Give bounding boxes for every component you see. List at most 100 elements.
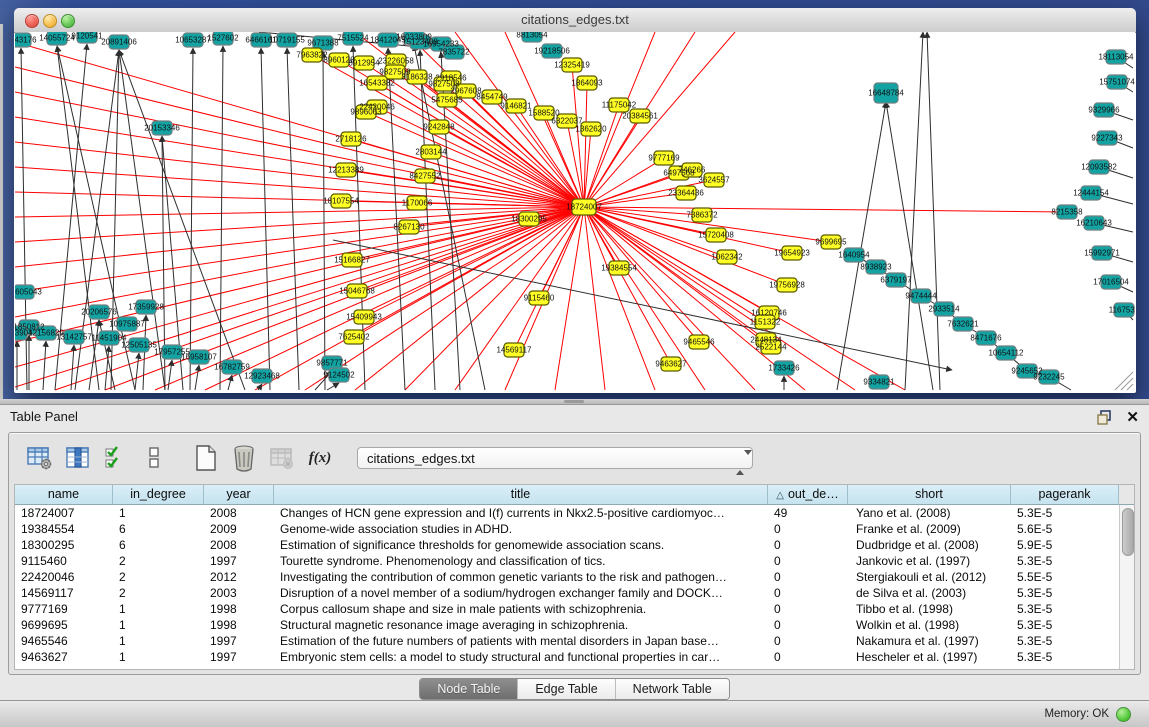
network-window-titlebar[interactable]: citations_edges.txt <box>14 8 1136 33</box>
table-toolbar: f(x) citations_edges.txt <box>9 433 1140 483</box>
cell-in_degree: 1 <box>113 505 204 521</box>
network-canvas[interactable]: 2043176912054114055724208914061065328715… <box>15 32 1135 392</box>
table-row[interactable]: 977716911998Corpus callosum shape and si… <box>15 601 1119 617</box>
graph-node-label: 11175042 <box>602 101 637 110</box>
citation-edge <box>555 207 584 390</box>
column-header-out_degree[interactable]: △out_de… <box>768 485 848 505</box>
cell-short: Hescheler et al. (1997) <box>848 649 1011 665</box>
graph-node-label: 9227343 <box>1091 134 1123 143</box>
new-column-icon[interactable] <box>191 442 221 474</box>
edge <box>105 346 109 390</box>
cell-pagerank: 5.9E-5 <box>1011 537 1119 553</box>
column-header-title[interactable]: title <box>274 485 768 505</box>
node-table: namein_degreeyeartitle△out_de…shortpager… <box>14 484 1135 670</box>
table-row[interactable]: 1938455462009Genome-wide association stu… <box>15 521 1119 537</box>
citation-edge <box>15 207 584 317</box>
sort-ascending-icon: △ <box>776 490 784 501</box>
table-row[interactable]: 1456911722003Disruption of a novel membe… <box>15 585 1119 601</box>
graph-node-label: 12923468 <box>244 372 280 381</box>
citation-edge <box>354 207 584 337</box>
graph-node-label: 15992971 <box>1084 249 1120 258</box>
cell-short: Nakamura et al. (1997) <box>848 633 1011 649</box>
graph-node-label: 15409943 <box>346 313 382 322</box>
citation-edge <box>15 207 584 387</box>
column-header-name[interactable]: name <box>15 485 113 505</box>
table-row[interactable]: 1830029562008Estimation of significance … <box>15 537 1119 553</box>
delete-column-icon[interactable] <box>229 442 259 474</box>
graph-node-label: 9699695 <box>815 238 847 247</box>
graph-node-label: 9146821 <box>500 102 532 111</box>
network-view-window[interactable]: citations_edges.txt 20431769120541140557… <box>14 8 1136 393</box>
graph-node-label: 9329966 <box>1088 106 1120 115</box>
graph-node-label: 7835722 <box>438 48 470 57</box>
float-panel-icon[interactable] <box>1096 409 1112 425</box>
cell-in_degree: 6 <box>113 537 204 553</box>
graph-node-label: 20605043 <box>15 288 42 297</box>
graph-node-label: 15751074 <box>1099 78 1135 87</box>
citation-edge <box>584 207 1067 212</box>
tab-node-table[interactable]: Node Table <box>420 679 517 699</box>
memory-status-led-icon[interactable] <box>1116 707 1131 722</box>
close-panel-icon[interactable]: ✕ <box>1126 410 1139 425</box>
table-row[interactable]: 1872400712008Changes of HCN gene express… <box>15 505 1119 521</box>
unselect-all-columns-icon[interactable] <box>139 442 169 474</box>
graph-node-label: 1362620 <box>575 125 607 134</box>
graph-node-label: 10975887 <box>109 320 145 329</box>
graph-node-label: 8938923 <box>860 263 892 272</box>
graph-node-label: 2718126 <box>335 135 367 144</box>
show-columns-icon[interactable] <box>63 442 93 474</box>
cell-pagerank: 5.3E-5 <box>1011 553 1119 569</box>
canvas-resize-grip[interactable] <box>1115 372 1133 390</box>
select-all-columns-icon[interactable] <box>101 442 131 474</box>
table-select-dropdown[interactable]: citations_edges.txt <box>357 447 753 469</box>
graph-node-label: 12444154 <box>1073 189 1109 198</box>
table-row[interactable]: 911546021997Tourette syndrome. Phenomeno… <box>15 553 1119 569</box>
graph-node-label: 8454749 <box>476 93 508 102</box>
table-row[interactable]: 946554611997Estimation of the future num… <box>15 633 1119 649</box>
table-row[interactable]: 946362711997Embryonic stem cells: a mode… <box>15 649 1119 665</box>
function-builder-icon[interactable]: f(x) <box>305 442 335 474</box>
table-vertical-scrollbar[interactable] <box>1119 505 1134 669</box>
graph-node-label: 18107554 <box>323 197 359 206</box>
graph-node-label: 2522144 <box>755 343 787 352</box>
graph-node-label: 2803144 <box>415 148 447 157</box>
graph-node-label: 1640954 <box>838 251 870 260</box>
cell-title: Embryonic stem cells: a model to study s… <box>274 649 768 665</box>
edge <box>135 353 139 390</box>
cell-name: 9115460 <box>15 553 113 569</box>
graph-node-label: 20206576 <box>81 308 117 317</box>
citation-edge <box>15 92 584 207</box>
graph-node-label: 1527602 <box>207 34 239 43</box>
column-header-in_degree[interactable]: in_degree <box>113 485 204 505</box>
graph-node-label: 12213389 <box>328 166 364 175</box>
column-header-year[interactable]: year <box>204 485 274 505</box>
citation-edge <box>15 167 584 207</box>
cell-in_degree: 2 <box>113 569 204 585</box>
graph-node-label: 20384561 <box>622 112 658 121</box>
status-bar: Memory: OK <box>0 700 1149 727</box>
tab-edge-table[interactable]: Edge Table <box>517 679 614 699</box>
table-row[interactable]: 969969511998Structural magnetic resonanc… <box>15 617 1119 633</box>
graph-node-label: 7625402 <box>338 333 370 342</box>
graph-node-label: 1062342 <box>711 253 743 262</box>
tab-network-table[interactable]: Network Table <box>615 679 729 699</box>
table-mode-icon[interactable] <box>25 442 55 474</box>
cell-name: 9465546 <box>15 633 113 649</box>
network-window-title: citations_edges.txt <box>14 8 1136 32</box>
graph-node-label: 7515524 <box>337 34 369 43</box>
column-header-short[interactable]: short <box>848 485 1011 505</box>
network-graph: 2043176912054114055724208914061065328715… <box>15 32 1135 392</box>
edge <box>323 51 325 390</box>
citation-edge <box>15 67 584 207</box>
cell-in_degree: 1 <box>113 601 204 617</box>
cell-title: Changes of HCN gene expression and I(f) … <box>274 505 768 521</box>
column-header-pagerank[interactable]: pagerank <box>1011 485 1119 505</box>
citation-edge <box>366 112 584 207</box>
graph-node-label: 8267130 <box>393 223 425 232</box>
cell-short: Stergiakouli et al. (2012) <box>848 569 1011 585</box>
scrollbar-thumb[interactable] <box>1122 508 1134 556</box>
table-row[interactable]: 2242004622012Investigating the contribut… <box>15 569 1119 585</box>
cell-pagerank: 5.3E-5 <box>1011 585 1119 601</box>
cell-title: Structural magnetic resonance image aver… <box>274 617 768 633</box>
delete-table-icon <box>267 442 297 474</box>
